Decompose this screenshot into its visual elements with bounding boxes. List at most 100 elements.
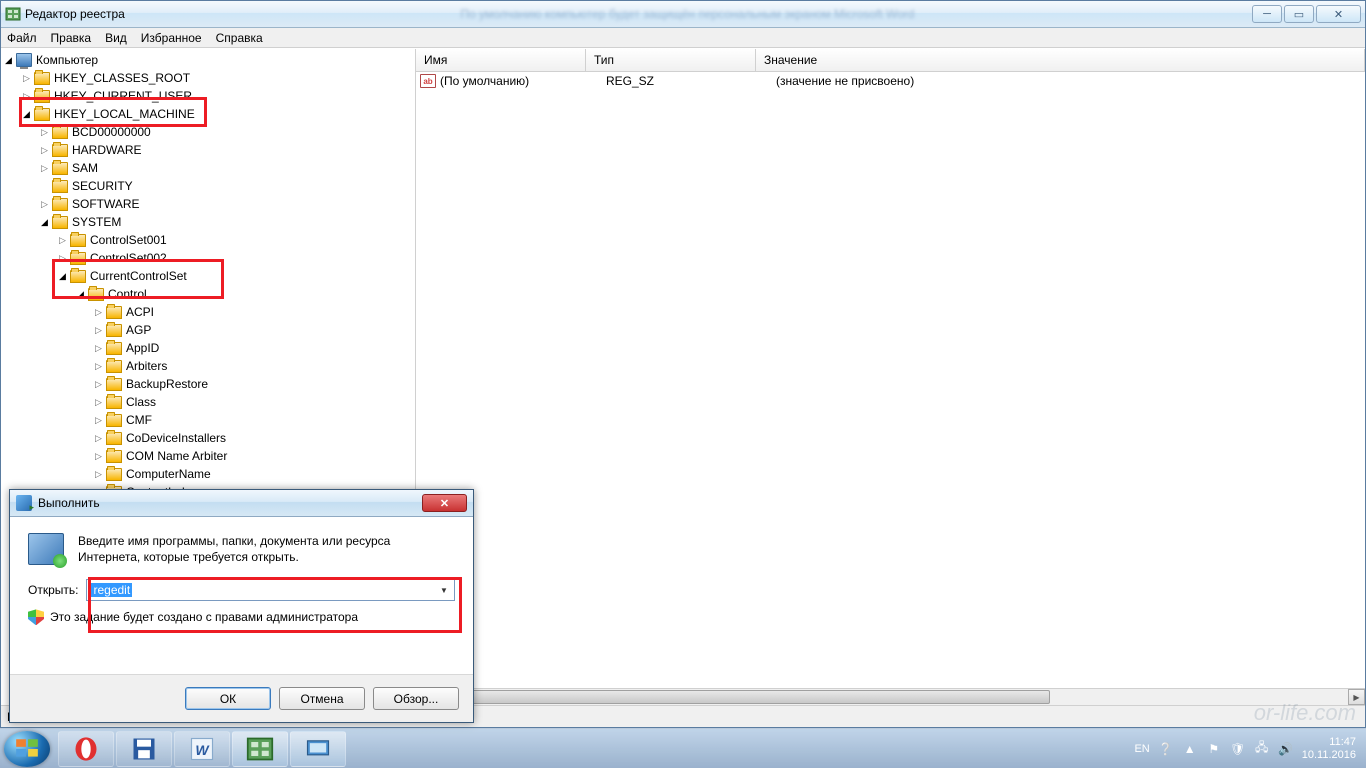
expander-icon[interactable]: ▷ [93,325,104,336]
scroll-right-icon[interactable]: ▶ [1348,689,1365,705]
col-type[interactable]: Тип [586,49,756,71]
folder-icon [88,288,104,301]
expander-icon[interactable]: ▷ [93,379,104,390]
shield-tray-icon[interactable]: 🛡 [1230,741,1246,757]
expander-icon[interactable]: ▷ [57,253,68,264]
taskbar-save[interactable] [116,731,172,767]
system-tray[interactable]: EN ❔ ▲ ⚑ 🛡 🖧 🔊 11:47 10.11.2016 [1134,736,1362,760]
tree-item[interactable]: ▷ Arbiters [1,357,415,375]
tree-hklm[interactable]: HKEY_LOCAL_MACHINE [54,107,195,121]
tree-software[interactable]: SOFTWARE [72,197,140,211]
tree-item[interactable]: ▷ComputerName [1,465,415,483]
tree-item[interactable]: ▷COM Name Arbiter [1,447,415,465]
tray-time: 11:47 [1302,736,1356,748]
flag-icon[interactable]: ⚑ [1206,741,1222,757]
expander-icon[interactable]: ▷ [39,127,50,138]
title-bar[interactable]: Редактор реестра По умолчанию компьютер … [1,1,1365,28]
expander-icon[interactable]: ▷ [93,397,104,408]
tree-ccs[interactable]: CurrentControlSet [90,269,187,283]
browse-button[interactable]: Обзор... [373,687,459,710]
expander-icon[interactable]: ▷ [93,361,104,372]
folder-icon [52,162,68,175]
expander-icon[interactable]: ◢ [57,271,68,282]
expander-icon[interactable]: ▷ [21,91,32,102]
taskbar-run[interactable] [290,731,346,767]
folder-icon [106,324,122,337]
expander-icon[interactable]: ◢ [39,217,50,228]
tree-item[interactable]: ▷AGP [1,321,415,339]
horizontal-scrollbar[interactable]: ◀ ▶ [416,688,1365,705]
menu-favorites[interactable]: Избранное [141,31,202,45]
expander-icon[interactable]: ▷ [39,199,50,210]
tree-sam[interactable]: SAM [72,161,98,175]
dropdown-icon[interactable]: ▼ [436,582,452,598]
expander-icon[interactable]: ▷ [57,235,68,246]
list-row[interactable]: ab (По умолчанию) REG_SZ (значение не пр… [416,72,1365,90]
run-title-bar[interactable]: Выполнить ✕ [10,490,473,517]
tree-cs2[interactable]: ControlSet002 [90,251,167,265]
expander-icon[interactable]: ◢ [75,289,86,300]
minimize-button[interactable]: ─ [1252,5,1282,23]
expander-icon[interactable]: ▷ [93,343,104,354]
tree-security[interactable]: SECURITY [72,179,133,193]
tree-bcd[interactable]: BCD00000000 [72,125,151,139]
expander-icon[interactable]: ◢ [3,55,14,66]
expander-icon[interactable]: ▷ [39,145,50,156]
window-title: Редактор реестра [25,7,125,21]
help-icon[interactable]: ❔ [1158,741,1174,757]
tree-item[interactable]: ▷ AppID [1,339,415,357]
tree-item[interactable]: ▷BackupRestore [1,375,415,393]
tree-control[interactable]: Control [108,287,147,301]
tree-system[interactable]: SYSTEM [72,215,121,229]
taskbar[interactable]: W EN ❔ ▲ ⚑ 🛡 🖧 🔊 11:47 10.11.2016 [0,728,1366,768]
folder-icon [106,306,122,319]
chevron-up-icon[interactable]: ▲ [1182,741,1198,757]
expander-icon[interactable]: ▷ [39,163,50,174]
start-button[interactable] [4,731,50,767]
close-button[interactable]: ✕ [1316,5,1361,23]
cancel-button[interactable]: Отмена [279,687,365,710]
expander-icon[interactable]: ▷ [93,415,104,426]
tree-label: AppID [126,341,159,355]
menu-view[interactable]: Вид [105,31,127,45]
col-name[interactable]: Имя [416,49,586,71]
run-close-button[interactable]: ✕ [422,494,467,512]
run-input-value: regedit [91,583,132,597]
tree-cs1[interactable]: ControlSet001 [90,233,167,247]
list-header[interactable]: Имя Тип Значение [416,49,1365,72]
tree-item[interactable]: ▷Class [1,393,415,411]
tree-root[interactable]: Компьютер [36,53,98,67]
string-value-icon: ab [420,74,436,88]
menu-edit[interactable]: Правка [51,31,92,45]
menu-file[interactable]: Файл [7,31,37,45]
tree-hkcu[interactable]: HKEY_CURRENT_USER [54,89,192,103]
folder-icon [34,90,50,103]
ok-button[interactable]: ОК [185,687,271,710]
tree-item[interactable]: ▷CoDeviceInstallers [1,429,415,447]
expander-icon[interactable]: ▷ [93,451,104,462]
col-value[interactable]: Значение [756,49,1365,71]
run-input[interactable]: regedit ▼ [86,579,455,601]
taskbar-regedit[interactable] [232,731,288,767]
tray-lang[interactable]: EN [1134,743,1149,755]
taskbar-word[interactable]: W [174,731,230,767]
tree-label: Arbiters [126,359,167,373]
expander-icon[interactable]: ▷ [93,433,104,444]
tree-hkcr[interactable]: HKEY_CLASSES_ROOT [54,71,190,85]
tray-clock[interactable]: 11:47 10.11.2016 [1302,736,1356,760]
tree-item[interactable]: ▷ACPI [1,303,415,321]
tree-hardware[interactable]: HARDWARE [72,143,142,157]
network-icon[interactable]: 🖧 [1254,741,1270,757]
tree-item[interactable]: ▷CMF [1,411,415,429]
volume-icon[interactable]: 🔊 [1278,741,1294,757]
scroll-thumb[interactable] [433,690,1050,704]
expander-icon[interactable]: ▷ [93,469,104,480]
expander-icon[interactable]: ▷ [93,307,104,318]
maximize-button[interactable]: ▭ [1284,5,1314,23]
menu-help[interactable]: Справка [216,31,263,45]
expander-icon[interactable]: ▷ [21,73,32,84]
expander-icon[interactable]: ◢ [21,109,32,120]
folder-icon [52,216,68,229]
computer-icon [16,53,32,67]
taskbar-opera[interactable] [58,731,114,767]
